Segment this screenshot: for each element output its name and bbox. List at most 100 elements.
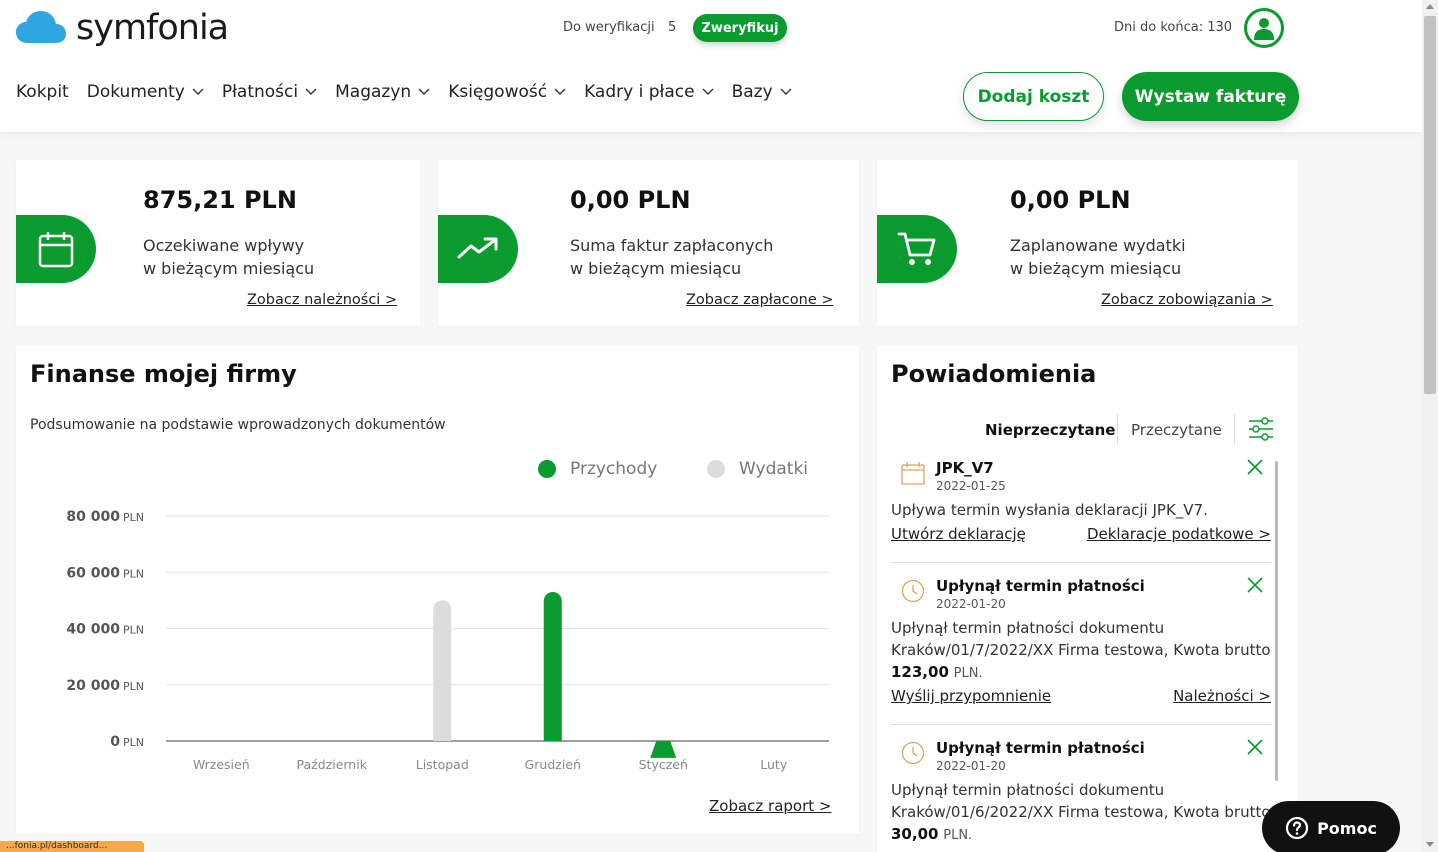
tab-divider xyxy=(1117,414,1118,444)
y-tick-label: 60 000 xyxy=(66,565,120,581)
summary-icon-badge xyxy=(16,215,96,283)
summary-description: Suma faktur zapłaconych w bieżącym miesi… xyxy=(570,234,773,280)
summary-icon-badge xyxy=(877,215,957,283)
verify-button[interactable]: Zweryfikuj xyxy=(693,14,787,42)
x-tick-label: Luty xyxy=(760,757,788,772)
scroll-down-arrow-icon[interactable] xyxy=(1426,842,1434,847)
x-tick-label: Październik xyxy=(297,757,368,772)
help-button[interactable]: Pomoc xyxy=(1262,801,1400,852)
main-nav: Kokpit Dokumenty Płatności Magazyn Księg… xyxy=(16,82,810,102)
filter-settings-icon[interactable] xyxy=(1248,416,1274,442)
notification-body: Upłynął termin płatności dokumentu Krakó… xyxy=(891,617,1271,685)
summary-description: Oczekiwane wpływy w bieżącym miesiącu xyxy=(143,234,314,280)
notification-amount: 123,00 xyxy=(891,663,949,681)
brand-logo[interactable]: symfonia xyxy=(16,8,229,48)
chevron-down-icon xyxy=(305,88,317,95)
create-declaration-link[interactable]: Utwórz deklarację xyxy=(891,525,1026,543)
user-icon xyxy=(1254,18,1274,40)
nav-item-label: Dokumenty xyxy=(86,82,185,102)
notification-item: Upłynął termin płatności 2022-01-20 Upły… xyxy=(891,739,1271,849)
chart-bar xyxy=(650,741,677,758)
summary-card-paid: 0,00 PLN Suma faktur zapłaconych w bieżą… xyxy=(438,160,859,326)
help-label: Pomoc xyxy=(1317,818,1377,838)
chevron-down-icon xyxy=(554,88,566,95)
tab-read[interactable]: Przeczytane xyxy=(1131,421,1222,439)
chevron-down-icon xyxy=(418,88,430,95)
scrollbar-thumb[interactable] xyxy=(1424,16,1436,394)
close-icon[interactable] xyxy=(1247,577,1263,593)
summary-amount: 0,00 PLN xyxy=(1010,186,1131,214)
notification-item: JPK_V7 2022-01-25 Upływa termin wysłania… xyxy=(891,459,1271,549)
notification-title: JPK_V7 xyxy=(936,459,994,477)
cart-icon xyxy=(897,232,936,265)
status-url-bar: ...fonia.pl/dashboard... xyxy=(0,841,144,852)
nav-item-magazyn[interactable]: Magazyn xyxy=(335,82,430,102)
y-tick-unit: PLN xyxy=(123,624,144,637)
brand-name: symfonia xyxy=(76,8,229,48)
finance-card: Finanse mojej firmy Podsumowanie na pods… xyxy=(16,346,859,834)
chevron-down-icon xyxy=(780,88,792,95)
send-reminder-link[interactable]: Wyślij przypomnienie xyxy=(891,687,1051,705)
notification-item: Upłynął termin płatności 2022-01-20 Upły… xyxy=(891,577,1271,707)
nav-item-dokumenty[interactable]: Dokumenty xyxy=(87,82,204,102)
user-avatar[interactable] xyxy=(1244,8,1284,48)
notifications-scrollbar[interactable] xyxy=(1275,461,1278,781)
notification-body: Upłynął termin płatności dokumentu Krakó… xyxy=(891,779,1271,847)
clock-icon xyxy=(901,579,925,603)
receivables-link[interactable]: Należności > xyxy=(1173,687,1271,705)
verify-count: 5 xyxy=(668,20,677,35)
add-cost-button[interactable]: Dodaj koszt xyxy=(963,72,1104,121)
close-icon[interactable] xyxy=(1247,459,1263,475)
notification-divider xyxy=(891,562,1271,563)
notification-title: Upłynął termin płatności xyxy=(936,577,1145,595)
nav-item-kokpit[interactable]: Kokpit xyxy=(16,82,69,102)
summary-amount: 875,21 PLN xyxy=(143,186,297,214)
notification-body-line: Upłynął termin płatności dokumentu xyxy=(891,619,1165,637)
finance-chart: 80 000 PLN60 000 PLN40 000 PLN20 000 PLN0 PLN… xyxy=(66,509,829,772)
nav-item-bazy[interactable]: Bazy xyxy=(732,82,792,102)
nav-item-label: Księgowość xyxy=(448,82,548,102)
notification-amount: 30,00 xyxy=(891,825,939,843)
chart-bar xyxy=(543,591,562,741)
notification-body-line: Kraków/01/6/2022/XX Firma testowa, Kwota… xyxy=(891,803,1271,821)
chart-bar xyxy=(433,600,452,741)
notification-body: Upływa termin wysłania deklaracji JPK_V7… xyxy=(891,501,1208,519)
summary-icon-badge xyxy=(438,215,518,283)
notification-title: Upłynął termin płatności xyxy=(936,739,1145,757)
y-tick-unit: PLN xyxy=(123,511,144,524)
help-icon xyxy=(1285,816,1309,840)
nav-item-label: Kadry i płace xyxy=(584,82,695,102)
nav-item-kadry[interactable]: Kadry i płace xyxy=(584,82,714,102)
tab-unread[interactable]: Nieprzeczytane xyxy=(985,421,1115,439)
nav-item-label: Kokpit xyxy=(16,82,69,102)
see-paid-link[interactable]: Zobacz zapłacone > xyxy=(686,292,834,308)
calendar-icon xyxy=(901,462,925,485)
nav-item-ksiegowosc[interactable]: Księgowość xyxy=(448,82,566,102)
scroll-up-arrow-icon[interactable] xyxy=(1426,4,1434,9)
nav-item-platnosci[interactable]: Płatności xyxy=(222,82,317,102)
verify-label: Do weryfikacji xyxy=(563,20,655,35)
issue-invoice-button[interactable]: Wystaw fakturę xyxy=(1122,72,1299,121)
clock-icon xyxy=(901,741,925,765)
y-tick-unit: PLN xyxy=(123,680,144,693)
nav-item-label: Płatności xyxy=(221,82,299,102)
y-tick-unit: PLN xyxy=(123,736,144,749)
notification-divider xyxy=(891,724,1271,725)
notification-currency: PLN. xyxy=(953,666,983,681)
summary-line: w bieżącym miesiącu xyxy=(1010,259,1182,278)
page: symfonia Do weryfikacji 5 Zweryfikuj Dni… xyxy=(0,0,1422,852)
chevron-down-icon xyxy=(702,88,714,95)
notification-date: 2022-01-20 xyxy=(936,759,1006,773)
trend-up-icon xyxy=(457,237,498,259)
notification-date: 2022-01-25 xyxy=(936,479,1006,493)
close-icon[interactable] xyxy=(1247,739,1263,755)
see-liabilities-link[interactable]: Zobacz zobowiązania > xyxy=(1101,292,1273,308)
see-report-link[interactable]: Zobacz raport > xyxy=(709,797,832,815)
tax-declarations-link[interactable]: Deklaracje podatkowe > xyxy=(1087,525,1271,543)
see-receivables-link[interactable]: Zobacz należności > xyxy=(247,292,397,308)
notifications-panel: Powiadomienia Nieprzeczytane Przeczytane… xyxy=(877,346,1298,852)
notification-amount-line: 30,00 PLN. xyxy=(891,823,1271,847)
nav-item-label: Magazyn xyxy=(335,82,412,102)
summary-card-expenses: 0,00 PLN Zaplanowane wydatki w bieżącym … xyxy=(877,160,1298,326)
summary-card-income: 875,21 PLN Oczekiwane wpływy w bieżącym … xyxy=(16,160,420,326)
